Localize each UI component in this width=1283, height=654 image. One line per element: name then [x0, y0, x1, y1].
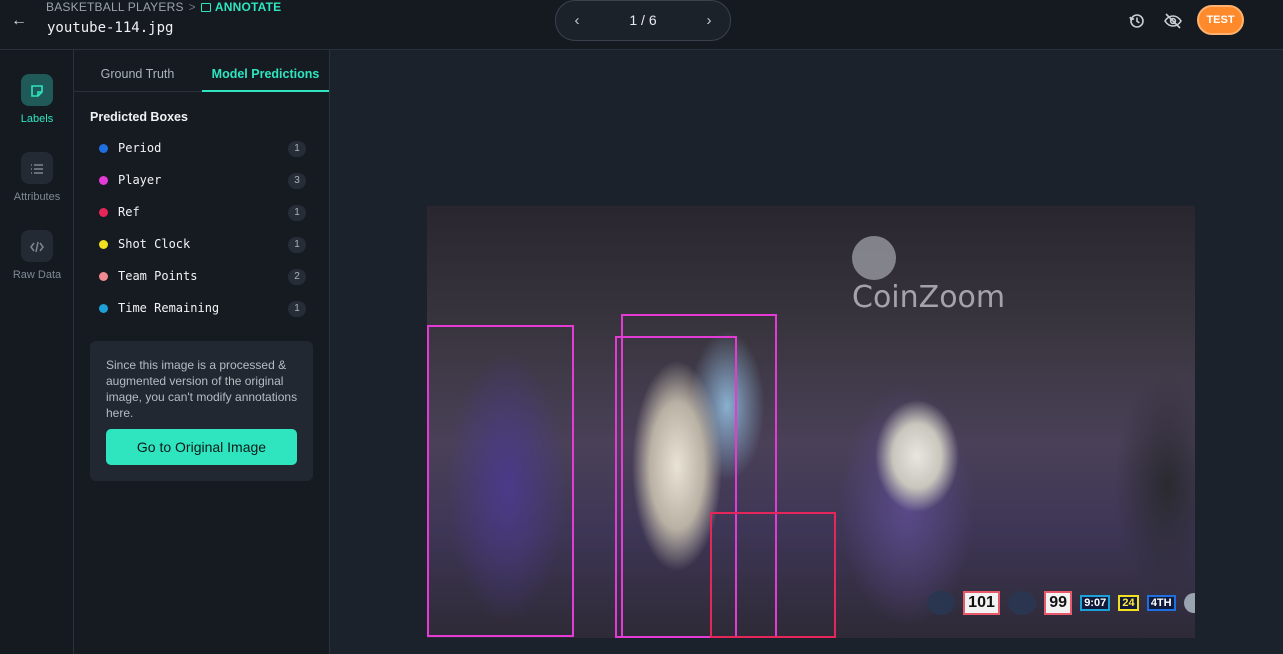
- back-arrow-icon[interactable]: ←: [8, 10, 30, 32]
- team-logo-icon: [927, 591, 955, 615]
- class-name: Shot Clock: [118, 237, 191, 251]
- rail-attributes-text: Attributes: [13, 191, 61, 203]
- class-color-dot: [99, 208, 108, 217]
- class-name: Ref: [118, 205, 140, 219]
- go-to-original-image-button[interactable]: Go to Original Image: [106, 429, 297, 465]
- breadcrumb-annotate: ANNOTATE: [200, 0, 282, 14]
- user-avatar-button[interactable]: TEST: [1197, 5, 1244, 35]
- broadcaster-logo-icon: [1183, 593, 1195, 613]
- tab-ground-truth[interactable]: Ground Truth: [74, 50, 201, 92]
- home-points: 101: [963, 591, 1000, 615]
- tab-model-predictions[interactable]: Model Predictions: [202, 50, 329, 92]
- period: 4TH: [1146, 595, 1176, 611]
- class-row[interactable]: Period 1: [90, 139, 306, 161]
- rail-raw-data[interactable]: Raw Data: [0, 230, 74, 281]
- class-count: 2: [288, 269, 306, 285]
- file-name: youtube-114.jpg: [47, 20, 174, 36]
- shot-clock: 24: [1118, 595, 1139, 611]
- breadcrumb-project[interactable]: BASKETBALL PLAYERS: [46, 0, 184, 14]
- list-icon: [21, 152, 53, 184]
- away-points: 99: [1044, 591, 1073, 615]
- label-tag-icon: [21, 74, 53, 106]
- hide-annotations-icon[interactable]: [1163, 11, 1183, 31]
- player-bounding-box[interactable]: [621, 314, 777, 638]
- class-row[interactable]: Player 3: [90, 171, 306, 193]
- class-name: Time Remaining: [118, 301, 220, 315]
- image-canvas[interactable]: CoinZoom 101 99 9:07 24 4TH: [330, 50, 1283, 654]
- rail-attributes[interactable]: Attributes: [0, 152, 74, 203]
- class-color-dot: [99, 272, 108, 281]
- class-count: 3: [288, 173, 306, 189]
- annotate-icon: [200, 3, 211, 12]
- class-count: 1: [288, 141, 306, 157]
- labels-panel: Ground Truth Model Predictions Predicted…: [74, 50, 330, 654]
- scorebug: 101 99 9:07 24 4TH: [927, 591, 1195, 621]
- annotated-image[interactable]: CoinZoom 101 99 9:07 24 4TH: [427, 206, 1195, 638]
- arena-sign-text: CoinZoom: [852, 280, 1006, 315]
- breadcrumb: BASKETBALL PLAYERS > ANNOTATE: [46, 0, 281, 14]
- left-rail: Labels Attributes Raw Data: [0, 50, 74, 654]
- top-bar: ← BASKETBALL PLAYERS > ANNOTATE youtube-11…: [0, 0, 1283, 50]
- class-row[interactable]: Shot Clock 1: [90, 235, 306, 257]
- coinzoom-logo-icon: [852, 236, 896, 280]
- history-icon[interactable]: [1127, 11, 1147, 31]
- class-name: Period: [118, 141, 162, 155]
- class-count: 1: [288, 205, 306, 221]
- class-color-dot: [99, 240, 108, 249]
- rail-labels-text: Labels: [20, 113, 54, 125]
- section-title: Predicted Boxes: [90, 110, 188, 124]
- team-logo-icon: [1008, 591, 1037, 615]
- processed-image-notice: Since this image is a processed & augmen…: [90, 341, 313, 481]
- image-pager: ‹ 1 / 6 ›: [555, 0, 731, 41]
- breadcrumb-separator: >: [188, 0, 196, 14]
- class-row[interactable]: Ref 1: [90, 203, 306, 225]
- player-bounding-box[interactable]: [615, 336, 737, 638]
- class-color-dot: [99, 176, 108, 185]
- player-bounding-box[interactable]: [427, 325, 574, 637]
- arena-sign: CoinZoom: [852, 236, 1052, 315]
- class-color-dot: [99, 304, 108, 313]
- class-count: 1: [288, 237, 306, 253]
- ref-bounding-box[interactable]: [710, 512, 836, 638]
- breadcrumb-page: ANNOTATE: [214, 0, 282, 14]
- rail-raw-data-text: Raw Data: [12, 269, 62, 281]
- class-color-dot: [99, 144, 108, 153]
- notice-text: Since this image is a processed & augmen…: [106, 358, 298, 420]
- class-row[interactable]: Time Remaining 1: [90, 299, 306, 321]
- code-icon: [21, 230, 53, 262]
- class-row[interactable]: Team Points 2: [90, 267, 306, 289]
- next-image-button[interactable]: ›: [698, 10, 720, 32]
- rail-labels[interactable]: Labels: [0, 74, 74, 125]
- time-remaining: 9:07: [1080, 595, 1111, 611]
- class-name: Team Points: [118, 269, 198, 283]
- class-name: Player: [118, 173, 162, 187]
- label-source-tabs: Ground Truth Model Predictions: [74, 50, 330, 92]
- class-count: 1: [288, 301, 306, 317]
